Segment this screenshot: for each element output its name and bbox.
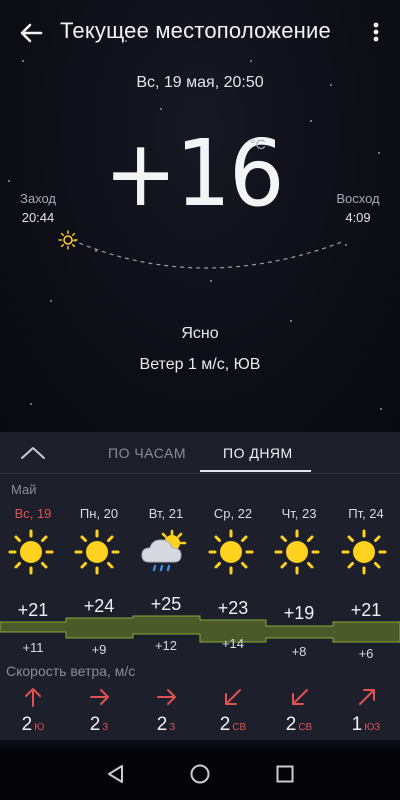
- day-low-temp: +14: [221, 636, 245, 651]
- current-wind: Ветер 1 м/с, ЮВ: [139, 356, 261, 373]
- wind-speed-title: Скорость ветра, м/с: [6, 663, 136, 679]
- wind-value: 2 СВ: [266, 714, 332, 736]
- sun-icon: [274, 529, 320, 575]
- sun-position-icon: [58, 230, 78, 250]
- day-high-temp: +21: [350, 600, 382, 620]
- wind-value: 2 СВ: [200, 714, 266, 736]
- star: [160, 108, 162, 110]
- arrow-left-icon: [20, 23, 43, 43]
- more-menu-button[interactable]: [362, 16, 390, 50]
- wind-direction: СВ: [232, 722, 247, 733]
- star: [310, 120, 312, 122]
- day-label: Чт, 23: [281, 506, 317, 521]
- wind-speed: 2: [89, 714, 101, 735]
- arrow-up-icon: [25, 688, 41, 707]
- triangle-back-icon: [108, 765, 123, 783]
- wind-speed: 2: [219, 714, 231, 735]
- cloud-rain-sun-icon: [141, 529, 187, 572]
- app-bar: Текущее местоположение: [0, 0, 400, 64]
- day-low-temp: +9: [91, 642, 107, 657]
- star: [290, 320, 292, 322]
- sun-path-arc: [71, 239, 343, 269]
- arrow-up-right-icon: [359, 689, 375, 705]
- arrow-down-left-icon: [225, 689, 241, 705]
- wind-speed: 1: [351, 714, 363, 735]
- back-button[interactable]: [14, 16, 48, 50]
- wind-direction: З: [169, 722, 176, 733]
- wind-direction: Ю: [34, 722, 45, 733]
- sun-icon: [8, 529, 54, 575]
- star: [378, 152, 380, 154]
- wind-speed: 2: [285, 714, 297, 735]
- active-tab-indicator: [200, 470, 311, 472]
- current-date: Вс, 19 мая, 20:50: [136, 74, 264, 91]
- nav-home-button[interactable]: [188, 762, 212, 786]
- temperature-unit: °C: [250, 136, 266, 152]
- sunset-label: Заход: [20, 191, 56, 206]
- day-low-temp: +11: [22, 640, 44, 655]
- sun-icon: [74, 529, 120, 575]
- nav-back-button[interactable]: [103, 762, 127, 786]
- collapse-button[interactable]: [16, 440, 50, 466]
- square-recents-icon: [276, 765, 294, 783]
- arrow-down-left-icon: [292, 689, 308, 705]
- wind-value: 2З: [133, 714, 199, 736]
- day-label: Пт, 24: [348, 506, 384, 521]
- wind-direction: З: [102, 722, 109, 733]
- forecast-tabs: ПО ЧАСАМ ПО ДНЯМ: [0, 432, 400, 474]
- day-label: Вт, 21: [148, 506, 184, 521]
- sun-icon: [208, 529, 254, 575]
- arrow-right-icon: [90, 689, 109, 705]
- day-label: Пн, 20: [79, 506, 119, 521]
- day-high-temp: +24: [83, 596, 115, 616]
- sun-icon: [341, 529, 387, 575]
- page-title: Текущее местоположение: [60, 18, 331, 43]
- star: [8, 180, 10, 182]
- wind-direction: ЮЗ: [364, 722, 381, 733]
- day-label: Вс, 19: [14, 506, 52, 521]
- wind-value: 2З: [66, 714, 132, 736]
- system-nav-bar: [0, 748, 400, 800]
- star: [210, 280, 212, 282]
- weather-condition: Ясно: [181, 325, 219, 342]
- day-low-temp: +12: [154, 638, 178, 653]
- day-high-temp: +23: [217, 598, 249, 618]
- wind-value: 1 ЮЗ: [333, 714, 399, 736]
- arrow-right-icon: [157, 689, 176, 705]
- circle-home-icon: [190, 764, 210, 784]
- day-high-temp: +21: [17, 600, 49, 620]
- day-high-temp: +19: [283, 603, 315, 623]
- wind-direction: СВ: [298, 722, 313, 733]
- day-low-temp: +6: [358, 646, 374, 661]
- forecast-panel: ПО ЧАСАМ ПО ДНЯМ Май Вс, 19 Пн, 20 Вт, 2…: [0, 432, 400, 740]
- month-label: Май: [11, 482, 37, 497]
- star: [380, 408, 382, 410]
- wind-value: 2Ю: [0, 714, 66, 736]
- star: [30, 403, 32, 405]
- wind-speed: 2: [21, 714, 33, 735]
- day-high-temp: +25: [150, 594, 182, 614]
- star: [50, 300, 52, 302]
- more-vertical-icon: [373, 22, 379, 42]
- tab-by-hours[interactable]: ПО ЧАСАМ: [108, 445, 186, 461]
- tab-by-days[interactable]: ПО ДНЯМ: [223, 445, 293, 461]
- current-temperature: +16: [104, 120, 285, 227]
- day-low-temp: +8: [291, 644, 307, 659]
- sunrise-label: Восход: [336, 191, 380, 206]
- nav-recents-button[interactable]: [273, 762, 297, 786]
- wind-speed: 2: [156, 714, 168, 735]
- chevron-up-icon: [21, 447, 45, 459]
- day-label: Ср, 22: [213, 506, 253, 521]
